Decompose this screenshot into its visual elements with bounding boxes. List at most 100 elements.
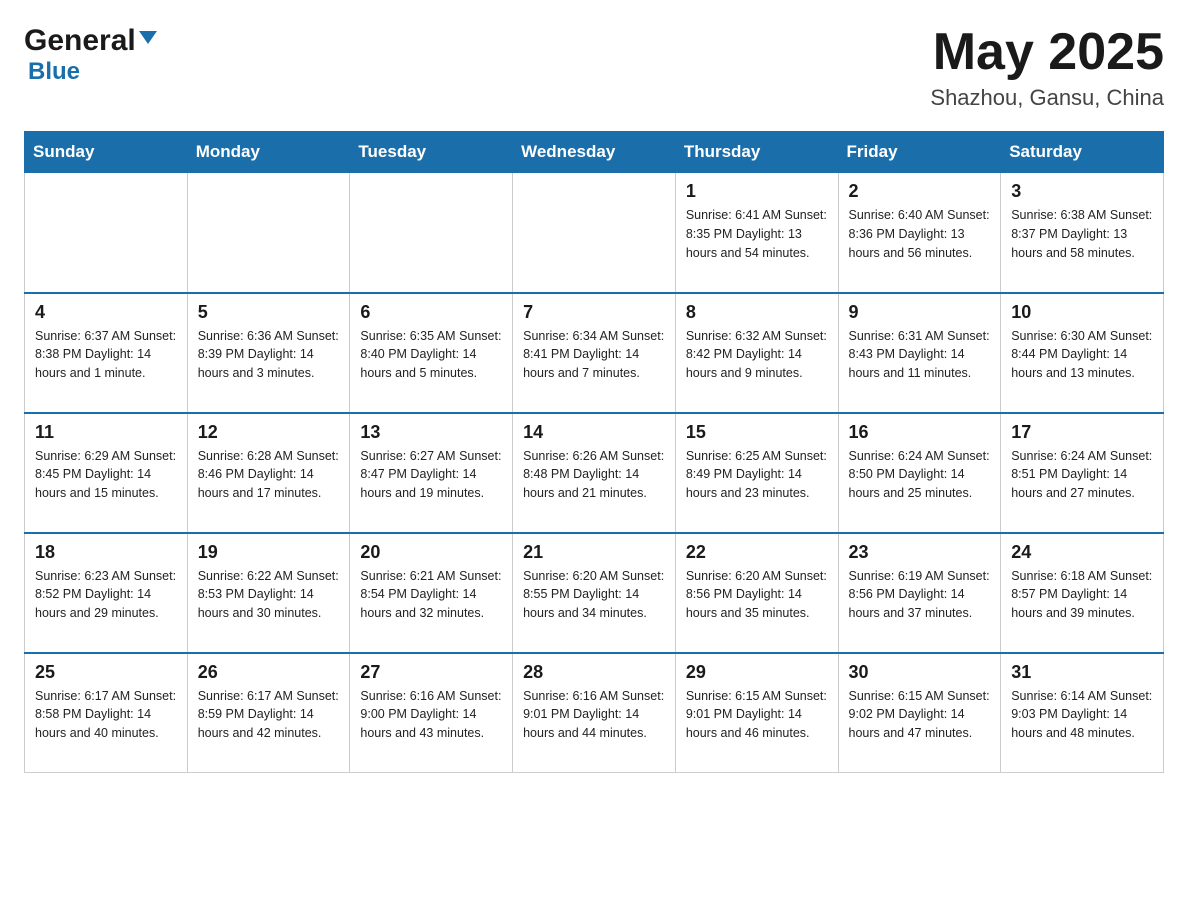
calendar-cell-4-1: 26 Sunrise: 6:17 AM Sunset: 8:59 PM Dayli…	[187, 653, 350, 773]
day-info: Sunrise: 6:37 AM Sunset: 8:38 PM Dayligh…	[35, 327, 177, 383]
weekday-header-row: SundayMondayTuesdayWednesdayThursdayFrid…	[25, 132, 1164, 173]
day-number: 29	[686, 662, 828, 683]
weekday-header-sunday: Sunday	[25, 132, 188, 173]
location-label: Shazhou, Gansu, China	[930, 85, 1164, 111]
calendar-row-3: 18Sunrise: 6:23 AM Sunset: 8:52 PM Dayli…	[25, 533, 1164, 653]
logo-blue-text: Blue	[28, 58, 80, 86]
logo-triangle-icon	[139, 31, 157, 44]
day-number: 11	[35, 422, 177, 443]
calendar-cell-0-4: 1 Sunrise: 6:41 AM Sunset: 8:35 PM Daylig…	[675, 173, 838, 293]
calendar-cell-3-5: 23 Sunrise: 6:19 AM Sunset: 8:56 PM Dayli…	[838, 533, 1001, 653]
calendar-cell-3-0: 18Sunrise: 6:23 AM Sunset: 8:52 PM Dayli…	[25, 533, 188, 653]
calendar-cell-3-1: 19 Sunrise: 6:22 AM Sunset: 8:53 PM Dayli…	[187, 533, 350, 653]
weekday-header-tuesday: Tuesday	[350, 132, 513, 173]
day-info: Sunrise: 6:25 AM Sunset: 8:49 PM Dayligh…	[686, 447, 828, 503]
day-info: Sunrise: 6:24 AM Sunset: 8:51 PM Dayligh…	[1011, 447, 1153, 503]
day-number: 23	[849, 542, 991, 563]
day-number: 12	[198, 422, 340, 443]
calendar-row-0: 1 Sunrise: 6:41 AM Sunset: 8:35 PM Daylig…	[25, 173, 1164, 293]
day-info: Sunrise: 6:32 AM Sunset: 8:42 PM Dayligh…	[686, 327, 828, 383]
day-info: Sunrise: 6:14 AM Sunset: 9:03 PM Dayligh…	[1011, 687, 1153, 743]
day-number: 25	[35, 662, 177, 683]
calendar-row-1: 4Sunrise: 6:37 AM Sunset: 8:38 PM Daylig…	[25, 293, 1164, 413]
calendar-cell-0-2	[350, 173, 513, 293]
day-number: 14	[523, 422, 665, 443]
day-number: 9	[849, 302, 991, 323]
day-number: 20	[360, 542, 502, 563]
calendar-table: SundayMondayTuesdayWednesdayThursdayFrid…	[24, 131, 1164, 773]
day-number: 30	[849, 662, 991, 683]
calendar-cell-3-2: 20Sunrise: 6:21 AM Sunset: 8:54 PM Dayli…	[350, 533, 513, 653]
calendar-cell-1-1: 5Sunrise: 6:36 AM Sunset: 8:39 PM Daylig…	[187, 293, 350, 413]
day-number: 19	[198, 542, 340, 563]
calendar-cell-2-5: 16 Sunrise: 6:24 AM Sunset: 8:50 PM Dayli…	[838, 413, 1001, 533]
day-info: Sunrise: 6:17 AM Sunset: 8:58 PM Dayligh…	[35, 687, 177, 743]
day-number: 7	[523, 302, 665, 323]
calendar-cell-0-1	[187, 173, 350, 293]
day-info: Sunrise: 6:19 AM Sunset: 8:56 PM Dayligh…	[849, 567, 991, 623]
day-info: Sunrise: 6:20 AM Sunset: 8:56 PM Dayligh…	[686, 567, 828, 623]
day-info: Sunrise: 6:35 AM Sunset: 8:40 PM Dayligh…	[360, 327, 502, 383]
day-number: 24	[1011, 542, 1153, 563]
calendar-cell-4-5: 30Sunrise: 6:15 AM Sunset: 9:02 PM Dayli…	[838, 653, 1001, 773]
day-info: Sunrise: 6:28 AM Sunset: 8:46 PM Dayligh…	[198, 447, 340, 503]
day-number: 27	[360, 662, 502, 683]
day-info: Sunrise: 6:24 AM Sunset: 8:50 PM Dayligh…	[849, 447, 991, 503]
day-info: Sunrise: 6:16 AM Sunset: 9:00 PM Dayligh…	[360, 687, 502, 743]
day-number: 2	[849, 181, 991, 202]
day-info: Sunrise: 6:15 AM Sunset: 9:01 PM Dayligh…	[686, 687, 828, 743]
calendar-cell-4-4: 29 Sunrise: 6:15 AM Sunset: 9:01 PM Dayli…	[675, 653, 838, 773]
calendar-cell-0-0	[25, 173, 188, 293]
calendar-cell-3-3: 21 Sunrise: 6:20 AM Sunset: 8:55 PM Dayli…	[513, 533, 676, 653]
day-info: Sunrise: 6:31 AM Sunset: 8:43 PM Dayligh…	[849, 327, 991, 383]
day-number: 1	[686, 181, 828, 202]
calendar-cell-4-0: 25 Sunrise: 6:17 AM Sunset: 8:58 PM Dayli…	[25, 653, 188, 773]
weekday-header-monday: Monday	[187, 132, 350, 173]
day-info: Sunrise: 6:38 AM Sunset: 8:37 PM Dayligh…	[1011, 206, 1153, 262]
title-block: May 2025 Shazhou, Gansu, China	[930, 24, 1164, 111]
day-info: Sunrise: 6:17 AM Sunset: 8:59 PM Dayligh…	[198, 687, 340, 743]
day-number: 15	[686, 422, 828, 443]
day-info: Sunrise: 6:23 AM Sunset: 8:52 PM Dayligh…	[35, 567, 177, 623]
calendar-cell-1-4: 8 Sunrise: 6:32 AM Sunset: 8:42 PM Daylig…	[675, 293, 838, 413]
day-info: Sunrise: 6:22 AM Sunset: 8:53 PM Dayligh…	[198, 567, 340, 623]
day-info: Sunrise: 6:20 AM Sunset: 8:55 PM Dayligh…	[523, 567, 665, 623]
calendar-cell-2-1: 12 Sunrise: 6:28 AM Sunset: 8:46 PM Dayli…	[187, 413, 350, 533]
calendar-cell-0-6: 3 Sunrise: 6:38 AM Sunset: 8:37 PM Daylig…	[1001, 173, 1164, 293]
day-number: 10	[1011, 302, 1153, 323]
day-number: 17	[1011, 422, 1153, 443]
day-number: 26	[198, 662, 340, 683]
day-info: Sunrise: 6:26 AM Sunset: 8:48 PM Dayligh…	[523, 447, 665, 503]
calendar-cell-0-3	[513, 173, 676, 293]
day-number: 3	[1011, 181, 1153, 202]
calendar-cell-2-4: 15 Sunrise: 6:25 AM Sunset: 8:49 PM Dayli…	[675, 413, 838, 533]
weekday-header-saturday: Saturday	[1001, 132, 1164, 173]
day-number: 8	[686, 302, 828, 323]
weekday-header-thursday: Thursday	[675, 132, 838, 173]
day-info: Sunrise: 6:41 AM Sunset: 8:35 PM Dayligh…	[686, 206, 828, 262]
day-number: 31	[1011, 662, 1153, 683]
day-number: 21	[523, 542, 665, 563]
calendar-cell-4-6: 31 Sunrise: 6:14 AM Sunset: 9:03 PM Dayli…	[1001, 653, 1164, 773]
day-info: Sunrise: 6:29 AM Sunset: 8:45 PM Dayligh…	[35, 447, 177, 503]
calendar-row-4: 25 Sunrise: 6:17 AM Sunset: 8:58 PM Dayli…	[25, 653, 1164, 773]
calendar-cell-2-6: 17 Sunrise: 6:24 AM Sunset: 8:51 PM Dayli…	[1001, 413, 1164, 533]
day-number: 16	[849, 422, 991, 443]
weekday-header-friday: Friday	[838, 132, 1001, 173]
calendar-cell-4-3: 28Sunrise: 6:16 AM Sunset: 9:01 PM Dayli…	[513, 653, 676, 773]
day-info: Sunrise: 6:36 AM Sunset: 8:39 PM Dayligh…	[198, 327, 340, 383]
day-number: 22	[686, 542, 828, 563]
logo-general-text: General	[24, 24, 136, 58]
day-info: Sunrise: 6:30 AM Sunset: 8:44 PM Dayligh…	[1011, 327, 1153, 383]
calendar-row-2: 11 Sunrise: 6:29 AM Sunset: 8:45 PM Dayli…	[25, 413, 1164, 533]
page-header: General Blue May 2025 Shazhou, Gansu, Ch…	[24, 24, 1164, 111]
day-number: 13	[360, 422, 502, 443]
calendar-cell-1-3: 7Sunrise: 6:34 AM Sunset: 8:41 PM Daylig…	[513, 293, 676, 413]
calendar-cell-0-5: 2Sunrise: 6:40 AM Sunset: 8:36 PM Daylig…	[838, 173, 1001, 293]
calendar-cell-1-5: 9 Sunrise: 6:31 AM Sunset: 8:43 PM Daylig…	[838, 293, 1001, 413]
calendar-cell-2-0: 11 Sunrise: 6:29 AM Sunset: 8:45 PM Dayli…	[25, 413, 188, 533]
calendar-cell-1-6: 10 Sunrise: 6:30 AM Sunset: 8:44 PM Dayli…	[1001, 293, 1164, 413]
calendar-cell-1-0: 4Sunrise: 6:37 AM Sunset: 8:38 PM Daylig…	[25, 293, 188, 413]
day-info: Sunrise: 6:16 AM Sunset: 9:01 PM Dayligh…	[523, 687, 665, 743]
calendar-cell-2-3: 14 Sunrise: 6:26 AM Sunset: 8:48 PM Dayli…	[513, 413, 676, 533]
